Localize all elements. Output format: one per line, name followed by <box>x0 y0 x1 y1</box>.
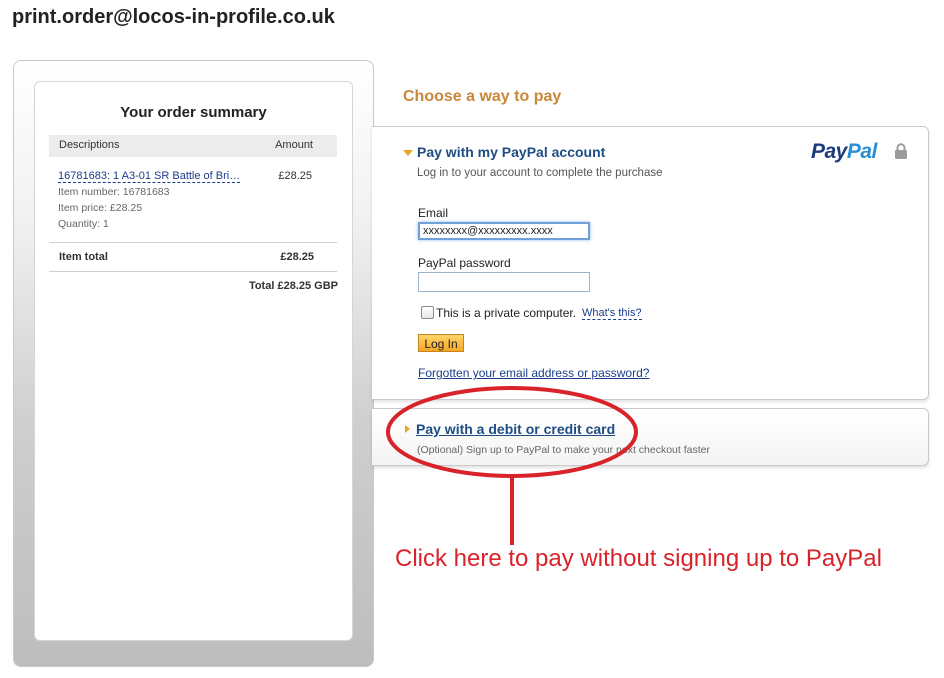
paypal-logo: PayPal <box>811 140 877 163</box>
private-computer-checkbox[interactable] <box>421 306 434 319</box>
annotation-text: Click here to pay without signing up to … <box>395 545 882 572</box>
item-total-value: £28.25 <box>280 251 314 263</box>
order-table-header: Descriptions Amount <box>49 135 337 157</box>
expanded-arrow-icon <box>403 150 413 156</box>
private-computer-label: This is a private computer. <box>436 306 577 320</box>
item-quantity: Quantity: 1 <box>58 218 109 230</box>
item-total-label: Item total <box>59 251 108 263</box>
item-unit-price: Item price: £28.25 <box>58 202 143 214</box>
log-in-button[interactable]: Log In <box>418 334 464 352</box>
paypal-account-option[interactable]: Pay with my PayPal account <box>417 144 605 160</box>
password-field[interactable] <box>418 272 590 292</box>
descriptions-column-header: Descriptions <box>59 139 120 151</box>
merchant-email: print.order@locos-in-profile.co.uk <box>12 6 335 28</box>
paypal-account-subtitle: Log in to your account to complete the p… <box>417 167 663 179</box>
collapsed-arrow-icon <box>405 425 410 433</box>
amount-column-header: Amount <box>275 139 313 151</box>
order-grand-total: Total £28.25 GBP <box>248 280 338 292</box>
forgot-credentials-link[interactable]: Forgotten your email address or password… <box>418 366 649 380</box>
password-label: PayPal password <box>418 256 511 270</box>
lock-icon <box>895 143 907 159</box>
card-payment-panel <box>372 408 929 466</box>
order-summary-title: Your order summary <box>120 104 267 121</box>
divider <box>49 242 337 243</box>
card-payment-subtitle: (Optional) Sign up to PayPal to make you… <box>417 444 710 456</box>
whats-this-link[interactable]: What's this? <box>582 307 642 320</box>
email-field[interactable]: xxxxxxxx@xxxxxxxxx.xxxx <box>418 222 590 240</box>
choose-payment-heading: Choose a way to pay <box>403 88 562 105</box>
item-amount: £28.25 <box>278 170 312 182</box>
divider <box>49 271 337 272</box>
order-summary-panel: Your order summary Descriptions Amount 1… <box>34 81 353 641</box>
email-label: Email <box>418 206 449 220</box>
item-name-link[interactable]: 16781683: 1 A3-01 SR Battle of Bri… <box>58 170 241 183</box>
item-number: Item number: 16781683 <box>58 186 170 198</box>
pay-with-card-link[interactable]: Pay with a debit or credit card <box>416 421 615 437</box>
